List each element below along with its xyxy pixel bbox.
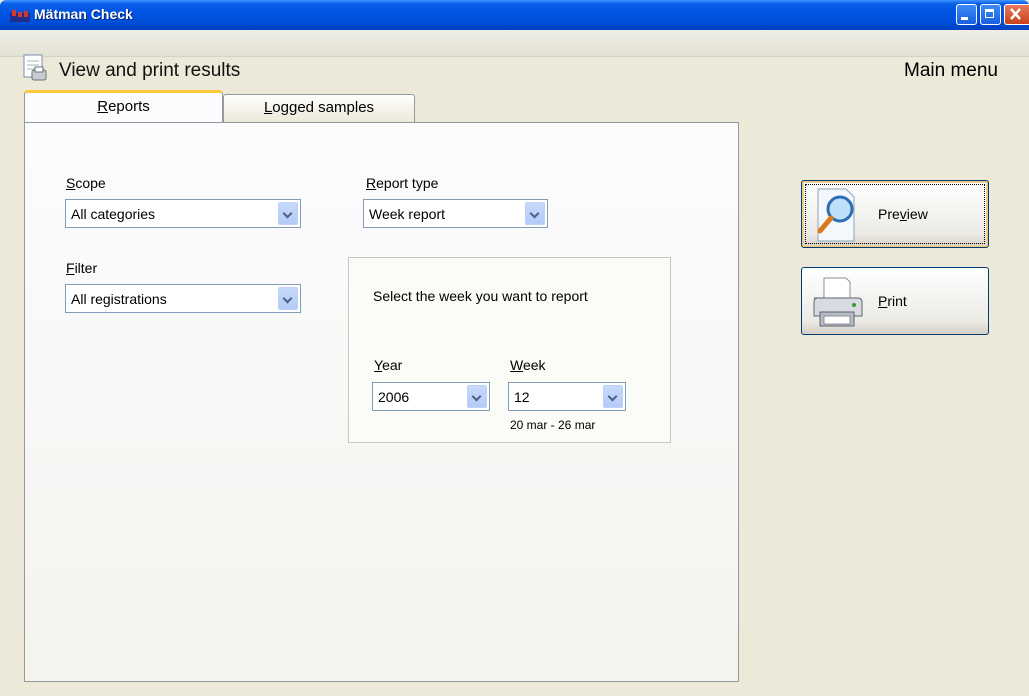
filter-value: All registrations (71, 291, 167, 307)
chevron-down-icon[interactable] (278, 202, 298, 225)
chevron-down-icon[interactable] (278, 287, 298, 310)
year-select[interactable]: 2006 (372, 382, 490, 411)
year-value: 2006 (378, 389, 410, 405)
week-prompt: Select the week you want to report (373, 288, 588, 304)
header-bar (0, 30, 1029, 57)
window-titlebar[interactable]: Mätman Check (0, 0, 1029, 30)
minimize-button[interactable] (956, 4, 977, 25)
preview-button[interactable]: Preview (801, 180, 989, 248)
tab-reports[interactable]: Reports (24, 90, 223, 122)
scope-label: Scope (66, 175, 106, 191)
maximize-button[interactable] (980, 4, 1001, 25)
tab-logged-samples[interactable]: Logged samples (223, 94, 415, 122)
report-page-icon (23, 54, 47, 81)
chevron-down-icon[interactable] (603, 385, 623, 408)
tab-reports-mnemonic: R (97, 98, 109, 115)
report-type-value: Week report (369, 206, 445, 222)
close-icon (1010, 8, 1021, 20)
week-date-range: 20 mar - 26 mar (510, 418, 596, 432)
chevron-down-icon[interactable] (467, 385, 487, 408)
print-label: Print (878, 293, 907, 309)
print-button[interactable]: Print (801, 267, 989, 335)
scope-select[interactable]: All categories (65, 199, 301, 228)
year-label: Year (374, 357, 403, 373)
week-label: Week (510, 357, 546, 373)
app-icon (10, 10, 30, 22)
week-select[interactable]: 12 (508, 382, 626, 411)
close-button[interactable] (1004, 4, 1029, 25)
tab-logged-label: ogged samples (272, 99, 375, 116)
tab-reports-label: eports (108, 98, 150, 115)
week-selection-group (348, 257, 671, 443)
magnifier-preview-icon (817, 188, 855, 242)
report-type-select[interactable]: Week report (363, 199, 548, 228)
main-menu-link[interactable]: Main menu (904, 60, 998, 82)
page-title: View and print results (59, 60, 241, 81)
chevron-down-icon[interactable] (525, 202, 545, 225)
scope-value: All categories (71, 206, 156, 222)
printer-icon (813, 277, 863, 327)
week-value: 12 (514, 389, 530, 405)
report-type-label: Report type (366, 175, 439, 191)
window-title: Mätman Check (34, 6, 133, 22)
filter-select[interactable]: All registrations (65, 284, 301, 313)
filter-label: Filter (66, 260, 98, 276)
preview-label: Preview (878, 206, 928, 222)
